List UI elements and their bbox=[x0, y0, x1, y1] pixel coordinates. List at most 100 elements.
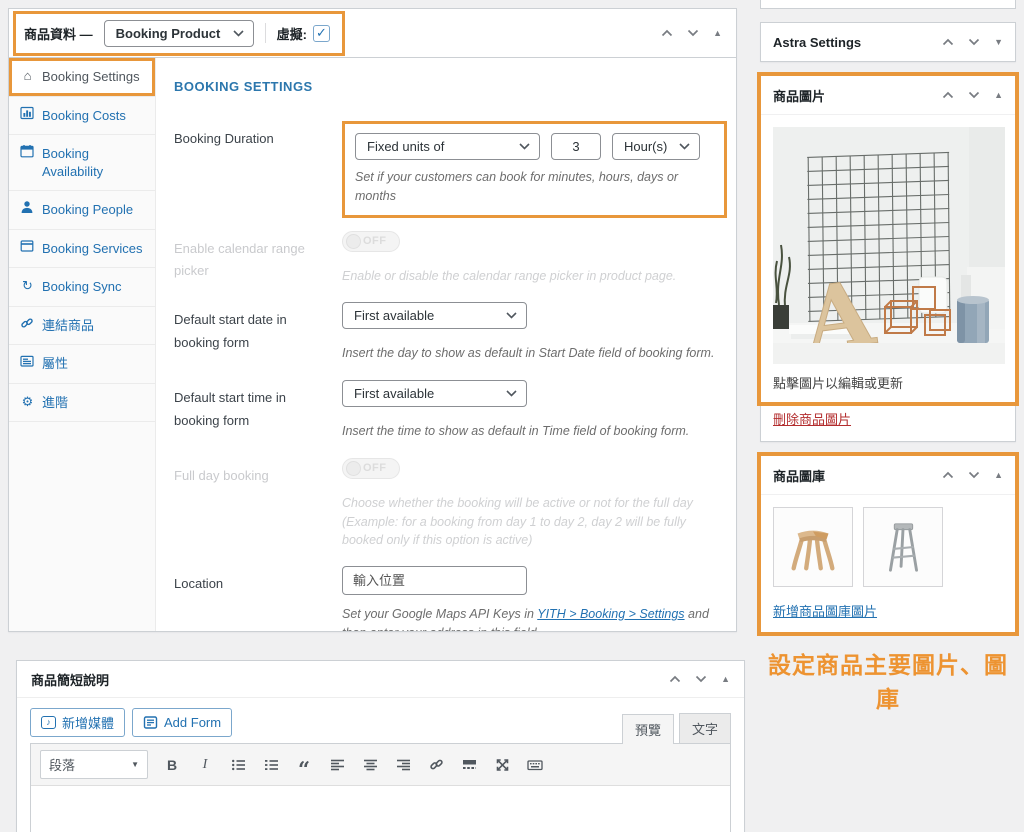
full-day-toggle[interactable]: OFF bbox=[342, 458, 400, 479]
product-type-select[interactable]: Booking Product bbox=[104, 20, 254, 47]
tab-booking-people[interactable]: Booking People bbox=[9, 191, 155, 230]
form-icon bbox=[143, 715, 158, 730]
tab-booking-settings[interactable]: ⌂ Booking Settings bbox=[9, 58, 155, 97]
move-up-icon[interactable] bbox=[942, 471, 954, 479]
tab-booking-services[interactable]: Booking Services bbox=[9, 230, 155, 269]
tab-label: Booking Costs bbox=[42, 107, 126, 125]
yith-settings-link[interactable]: YITH > Booking > Settings bbox=[537, 607, 684, 621]
field-label: Default start time in booking form bbox=[174, 380, 342, 441]
chart-bar-icon bbox=[20, 106, 35, 120]
range-picker-toggle[interactable]: OFF bbox=[342, 231, 400, 252]
product-gallery-panel: 商品圖庫 ▲ bbox=[760, 455, 1016, 633]
featured-image-body: A bbox=[761, 114, 1015, 441]
virtual-checkbox[interactable]: ✓ bbox=[313, 25, 330, 42]
more-tag-button[interactable] bbox=[460, 756, 478, 774]
featured-image[interactable]: A bbox=[773, 127, 1005, 364]
move-down-icon[interactable] bbox=[968, 91, 980, 99]
duration-type-value: Fixed units of bbox=[367, 139, 444, 154]
tab-booking-costs[interactable]: Booking Costs bbox=[9, 97, 155, 136]
duration-quantity-input[interactable] bbox=[551, 133, 601, 160]
tab-visual[interactable]: 預覽 bbox=[622, 714, 674, 744]
italic-button[interactable]: I bbox=[196, 756, 214, 774]
tab-linked-products[interactable]: 連結商品 bbox=[9, 307, 155, 346]
link-button[interactable] bbox=[427, 756, 445, 774]
chevron-down-icon bbox=[519, 143, 530, 150]
tab-advanced[interactable]: ⚙ 進階 bbox=[9, 384, 155, 423]
move-up-icon[interactable] bbox=[661, 29, 673, 37]
duration-unit-value: Hour(s) bbox=[624, 139, 667, 154]
toggle-panel-icon[interactable]: ▲ bbox=[994, 91, 1003, 100]
align-right-button[interactable] bbox=[394, 756, 412, 774]
tab-attributes[interactable]: 屬性 bbox=[9, 345, 155, 384]
blockquote-button[interactable]: “ bbox=[295, 761, 313, 779]
field-label: Enable calendar range picker bbox=[174, 231, 342, 286]
field-description: Enable or disable the calendar range pic… bbox=[342, 267, 727, 286]
field-full-day: Full day booking OFF Choose whether the … bbox=[174, 458, 727, 550]
field-label: Booking Duration bbox=[174, 121, 342, 218]
move-up-icon[interactable] bbox=[942, 91, 954, 99]
editor-content-area[interactable] bbox=[31, 786, 730, 832]
window-icon bbox=[20, 239, 35, 253]
duration-type-select[interactable]: Fixed units of bbox=[355, 133, 540, 160]
annotation-box-duration: Fixed units of Hour(s) Set if bbox=[342, 121, 727, 218]
gallery-title: 商品圖庫 bbox=[773, 466, 825, 485]
gallery-thumb-bar-stool[interactable] bbox=[863, 507, 943, 587]
toggle-panel-icon[interactable]: ▲ bbox=[994, 471, 1003, 480]
product-data-panel: 商品資料 — Booking Product 虛擬: ✓ ▲ bbox=[8, 8, 737, 632]
move-down-icon[interactable] bbox=[695, 675, 707, 683]
featured-image-panel: 商品圖片 ▲ bbox=[760, 75, 1016, 442]
field-location: Location Set your Google Maps API Keys i… bbox=[174, 566, 727, 632]
gallery-thumb-wooden-stool[interactable] bbox=[773, 507, 853, 587]
field-start-date: Default start date in booking form First… bbox=[174, 302, 727, 363]
panel-controls: ▲ bbox=[669, 675, 730, 684]
tab-booking-sync[interactable]: ↻ Booking Sync bbox=[9, 268, 155, 307]
tab-booking-availability[interactable]: Booking Availability bbox=[9, 135, 155, 191]
page: 商品資料 — Booking Product 虛擬: ✓ ▲ bbox=[0, 0, 1024, 832]
chevron-down-icon bbox=[679, 143, 690, 150]
check-icon: ✓ bbox=[316, 25, 327, 41]
astra-settings-panel: Astra Settings ▼ bbox=[760, 22, 1016, 62]
toggle-panel-icon[interactable]: ▼ bbox=[994, 38, 1003, 47]
start-time-select[interactable]: First available bbox=[342, 380, 527, 407]
keyboard-shortcuts-button[interactable] bbox=[526, 756, 544, 774]
gear-icon: ⚙ bbox=[20, 393, 35, 411]
add-media-button[interactable]: ♪ 新增媒體 bbox=[30, 708, 125, 737]
move-up-icon[interactable] bbox=[942, 38, 954, 46]
tab-label: Booking Settings bbox=[42, 68, 140, 86]
field-start-time: Default start time in booking form First… bbox=[174, 380, 727, 441]
toggle-panel-icon[interactable]: ▲ bbox=[721, 675, 730, 684]
move-up-icon[interactable] bbox=[669, 675, 681, 683]
remove-featured-image-link[interactable]: 刪除商品圖片 bbox=[773, 409, 851, 428]
bold-button[interactable]: B bbox=[163, 756, 181, 774]
field-description: Insert the time to show as default in Ti… bbox=[342, 422, 727, 441]
location-input[interactable] bbox=[342, 566, 527, 595]
add-form-button[interactable]: Add Form bbox=[132, 708, 232, 737]
bullet-list-button[interactable] bbox=[229, 756, 247, 774]
add-media-label: 新增媒體 bbox=[62, 713, 114, 732]
product-data-title: 商品資料 — bbox=[24, 24, 93, 43]
paragraph-style-select[interactable]: 段落 ▼ bbox=[40, 750, 148, 779]
add-gallery-images-link[interactable]: 新增商品圖庫圖片 bbox=[773, 601, 877, 620]
toggle-panel-icon[interactable]: ▲ bbox=[713, 29, 722, 38]
move-down-icon[interactable] bbox=[968, 471, 980, 479]
desc-text: Set your Google Maps API Keys in bbox=[342, 607, 537, 621]
duration-unit-select[interactable]: Hour(s) bbox=[612, 133, 700, 160]
field-range-picker: Enable calendar range picker OFF Enable … bbox=[174, 231, 727, 286]
panel-controls: ▼ bbox=[942, 38, 1003, 47]
short-description-panel: 商品簡短說明 ▲ ♪ 新增媒體 Add Form bbox=[16, 660, 745, 832]
home-icon: ⌂ bbox=[20, 67, 35, 85]
move-down-icon[interactable] bbox=[687, 29, 699, 37]
align-left-button[interactable] bbox=[328, 756, 346, 774]
astra-settings-header: Astra Settings ▼ bbox=[761, 23, 1015, 61]
field-description: Choose whether the booking will be activ… bbox=[342, 494, 722, 550]
align-center-button[interactable] bbox=[361, 756, 379, 774]
virtual-label: 虛擬: bbox=[277, 24, 307, 43]
move-down-icon[interactable] bbox=[968, 38, 980, 46]
numbered-list-button[interactable] bbox=[262, 756, 280, 774]
virtual-option: 虛擬: ✓ bbox=[277, 24, 330, 43]
fullscreen-button[interactable] bbox=[493, 756, 511, 774]
editor-media-row: ♪ 新增媒體 Add Form 預覽 文字 bbox=[17, 698, 744, 743]
tab-text[interactable]: 文字 bbox=[679, 713, 731, 743]
start-date-select[interactable]: First available bbox=[342, 302, 527, 329]
short-description-title: 商品簡短說明 bbox=[31, 670, 109, 689]
